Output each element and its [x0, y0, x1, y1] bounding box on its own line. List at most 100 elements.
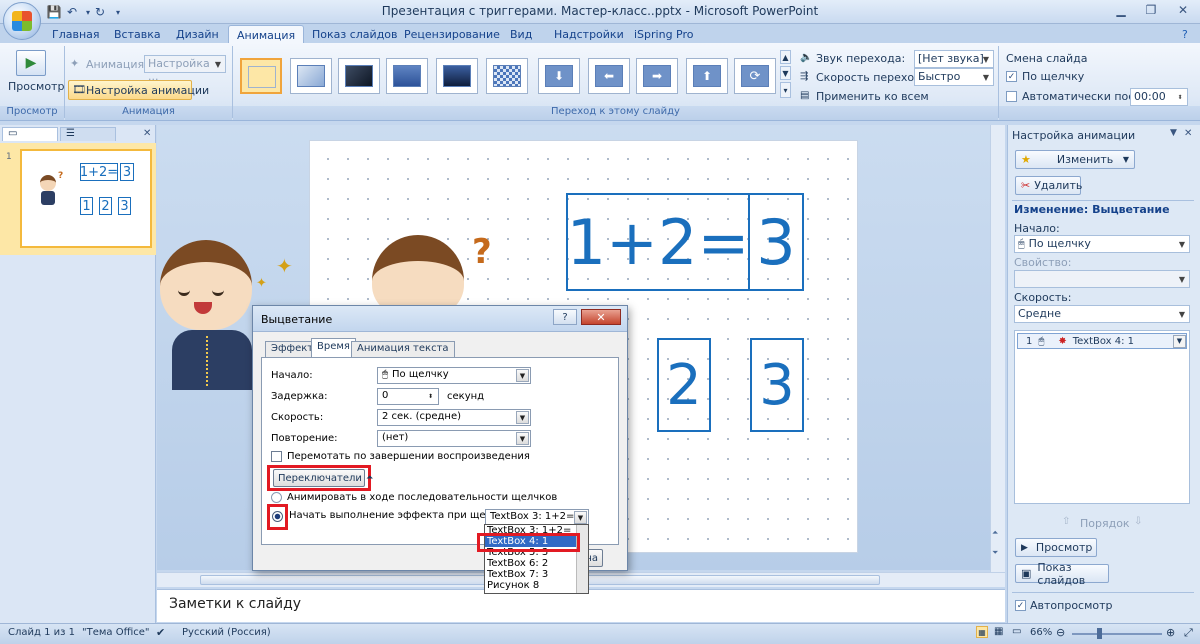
apply-all-button[interactable]: Применить ко всем [816, 90, 929, 103]
dropdown-item[interactable]: TextBox 6: 2 [485, 558, 588, 569]
transition-speed-combo[interactable]: Быстро ▼ [914, 68, 994, 86]
tab-review[interactable]: Рецензирование [396, 25, 508, 44]
zoom-in-icon[interactable]: ⊕ [1166, 626, 1175, 639]
dropdown-item[interactable]: Рисунок 8 [485, 580, 588, 591]
dlg-repeat-label: Повторение: [271, 433, 338, 444]
dropdown-item[interactable]: TextBox 7: 3 [485, 569, 588, 580]
preview-icon[interactable]: ▶ [16, 50, 46, 76]
zoom-slider-track[interactable] [1072, 633, 1162, 635]
language-label[interactable]: Русский (Россия) [182, 627, 271, 638]
chevron-down-icon: ▼ [982, 72, 990, 82]
dlg-repeat-combo[interactable]: (нет) ▼ [377, 430, 531, 447]
transition-wheel-thumb[interactable]: ⟳ [734, 58, 776, 94]
textbox-option-2[interactable]: 2 [657, 338, 711, 432]
pane-menu-icon[interactable]: ▼ [1170, 128, 1177, 138]
transition-cut-black-thumb[interactable] [436, 58, 478, 94]
close-button[interactable]: ✕ [1166, 0, 1200, 20]
thumb-option-1: 1 [80, 197, 93, 215]
dlg-start-combo[interactable]: 🖱 По щелчку ▼ [377, 367, 531, 384]
pane-speed-value: Средне [1018, 307, 1061, 320]
triggers-button[interactable]: Переключатели ⏶ [273, 469, 373, 487]
maximize-button[interactable]: ❐ [1136, 0, 1166, 20]
chevron-down-icon[interactable]: ▼ [1173, 334, 1186, 348]
zoom-out-icon[interactable]: ⊖ [1056, 626, 1065, 639]
transition-fade-smooth-thumb[interactable] [290, 58, 332, 94]
textbox-option-3[interactable]: 3 [750, 338, 804, 432]
vertical-scrollbar[interactable] [990, 125, 1005, 572]
slide-counter: Слайд 1 из 1 [8, 627, 75, 638]
play-button[interactable]: ▶ Просмотр [1015, 538, 1097, 557]
animate-sequence-radio[interactable] [271, 492, 282, 503]
move-up-icon[interactable]: ⇧ [1062, 516, 1070, 527]
transition-wipe-right-thumb[interactable]: ➡ [636, 58, 678, 94]
transition-wipe-up-thumb[interactable]: ⬆ [686, 58, 728, 94]
transition-none-thumb[interactable] [240, 58, 282, 94]
autopreview-checkbox[interactable]: ✓ [1015, 600, 1026, 611]
office-button[interactable] [3, 2, 41, 40]
boy-large-body [172, 330, 252, 390]
next-slide-icon[interactable]: ⏷ [992, 548, 998, 558]
dialog-tab-timing[interactable]: Время [311, 338, 356, 358]
normal-view-icon[interactable]: ▦ [976, 626, 988, 638]
preview-button-label[interactable]: Просмотр [8, 80, 64, 93]
change-effect-button[interactable]: ★ Изменить ▼ [1015, 150, 1135, 169]
transition-wipe-left-thumb[interactable]: ⬅ [588, 58, 630, 94]
tab-ispring[interactable]: iSpring Pro [626, 25, 702, 44]
thumb-equation: 1+2= [79, 163, 119, 181]
textbox-answer[interactable]: 3 [748, 193, 804, 291]
transition-dissolve-thumb[interactable] [486, 58, 528, 94]
dialog-tab-text-animation[interactable]: Анимация текста [351, 341, 455, 358]
dialog-close-button[interactable]: ✕ [581, 309, 621, 325]
slide-thumbnail-1[interactable]: 1+2= 3 1 2 3 ? [20, 149, 152, 248]
animation-list-item[interactable]: 1 🖱 ✸ TextBox 4: 1 ▼ [1017, 333, 1187, 349]
textbox-equation[interactable]: 1+2= [566, 193, 750, 291]
rewind-checkbox[interactable] [271, 451, 282, 462]
dlg-speed-combo[interactable]: 2 сек. (средне) ▼ [377, 409, 531, 426]
slide-sorter-icon[interactable]: ▦ [994, 626, 1003, 637]
on-click-label: По щелчку [1022, 70, 1085, 83]
transition-wipe-down-thumb[interactable]: ⬇ [538, 58, 580, 94]
gallery-scroll-up-icon[interactable]: ▲ [780, 50, 791, 64]
chevron-down-icon: ▼ [516, 411, 529, 424]
zoom-slider-thumb[interactable] [1097, 628, 1102, 639]
close-icon[interactable]: ✕ [1184, 128, 1192, 139]
on-click-checkbox[interactable]: ✓ [1006, 71, 1017, 82]
zoom-level[interactable]: 66% [1030, 627, 1052, 638]
tab-design[interactable]: Дизайн [168, 25, 227, 44]
boy-large-head [160, 240, 252, 330]
tab-slideshow[interactable]: Показ слайдов [304, 25, 406, 44]
tab-animation[interactable]: Анимация [228, 25, 305, 44]
spellcheck-icon[interactable]: ✔ [156, 626, 165, 639]
dlg-repeat-value: (нет) [382, 432, 409, 443]
fit-window-icon[interactable]: ⤢ [1184, 626, 1193, 640]
auto-after-checkbox[interactable] [1006, 91, 1017, 102]
dlg-delay-spinner[interactable]: 0 ⬍ [377, 388, 439, 405]
transition-fade-black-thumb[interactable] [338, 58, 380, 94]
dialog-help-button[interactable]: ? [553, 309, 577, 325]
dlg-speed-value: 2 сек. (средне) [382, 411, 461, 422]
slideshow-view-icon[interactable]: ▭ [1012, 626, 1021, 637]
transition-speed-value: Быстро [918, 70, 961, 83]
close-icon[interactable]: ✕ [143, 128, 151, 139]
tab-view[interactable]: Вид [502, 25, 540, 44]
slideshow-label: Показ слайдов [1037, 560, 1086, 587]
move-down-icon[interactable]: ⇩ [1134, 516, 1142, 527]
gallery-scroll-down-icon[interactable]: ▼ [780, 66, 791, 80]
help-icon[interactable]: ? [1182, 28, 1188, 41]
animation-list[interactable] [1014, 330, 1190, 504]
pane-speed-combo[interactable]: Средне ▼ [1014, 305, 1190, 323]
slideshow-button[interactable]: ▣ Показ слайдов [1015, 561, 1109, 587]
transition-sound-combo[interactable]: [Нет звука] ▼ [914, 50, 994, 68]
prev-slide-icon[interactable]: ⏶ [992, 528, 998, 538]
gallery-more-icon[interactable]: ▾ [780, 82, 791, 98]
auto-time-spinner[interactable]: 00:00 ⬍ [1130, 88, 1188, 106]
slide-number: 1 [6, 152, 12, 162]
tab-home[interactable]: Главная [44, 25, 108, 44]
tab-insert[interactable]: Вставка [106, 25, 169, 44]
tab-addins[interactable]: Надстройки [546, 25, 632, 44]
pane-start-combo[interactable]: 🖱 По щелчку ▼ [1014, 235, 1190, 253]
transition-cut-thumb[interactable] [386, 58, 428, 94]
start-on-click-radio[interactable] [272, 511, 283, 522]
minimize-button[interactable]: ▁ [1106, 0, 1136, 20]
delete-effect-button[interactable]: ✂ Удалить [1015, 176, 1082, 195]
